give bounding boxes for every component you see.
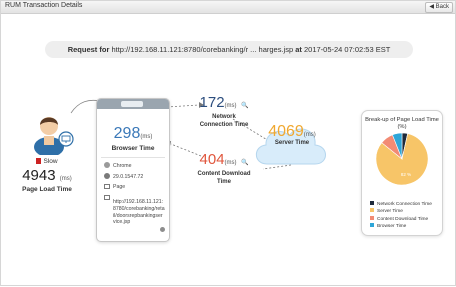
page-load-number: 4943 — [22, 167, 56, 184]
legend-swatch-server — [370, 208, 374, 213]
legend-item-browser: Browser Time — [370, 222, 432, 230]
chrome-icon — [104, 162, 110, 168]
page-url[interactable]: http://192.168.11.121:8780/corebanking/r… — [113, 199, 165, 226]
breakup-pie-card: Break-up of Page Load Time (%) 82 % Netw… — [361, 110, 443, 236]
browser-version: 29.0.1547.72 — [113, 174, 144, 180]
hourglass-icon — [36, 158, 42, 164]
browser-time-number: 298 — [113, 125, 141, 142]
pie-center-label: 82 % — [401, 172, 411, 177]
magnifier-icon[interactable]: 🔍 — [241, 103, 248, 109]
breakup-pie-chart: 82 % — [375, 132, 429, 186]
page-load-label: Page Load Time — [22, 186, 72, 193]
legend-swatch-network — [370, 201, 374, 205]
legend-label-content: Content Download Time — [377, 216, 429, 222]
content-time-unit: (ms) — [224, 160, 237, 166]
browser-collapse-dot[interactable] — [160, 227, 165, 232]
page-load-summary: Slow 4943 (ms) Page Load Time — [17, 158, 77, 193]
page-type: Page — [113, 184, 126, 190]
browser-titlebar — [97, 99, 169, 109]
network-connection-metric: 172(ms) 🔍 Network Connection Time — [189, 94, 259, 129]
user-icon — [34, 117, 74, 157]
page-load-value: 4943 (ms) — [17, 167, 77, 184]
user-avatar — [27, 109, 81, 157]
browser-card: 298(ms) Browser Time Chrome 29.0.1547.72… — [96, 98, 170, 242]
server-time-value: 4069(ms) — [255, 123, 329, 141]
legend-label-server: Server Time — [377, 209, 403, 215]
network-time-number: 172 — [199, 94, 225, 111]
legend-item-network: Network Connection Time — [370, 201, 432, 208]
browser-divider — [101, 157, 165, 158]
legend-swatch-browser — [370, 222, 374, 227]
content-time-number: 404 — [199, 151, 225, 168]
browser-name: Chrome — [113, 163, 132, 169]
browser-time-label: Browser Time — [111, 145, 155, 152]
browser-url-pill — [121, 101, 143, 107]
slow-status: Slow — [17, 158, 77, 165]
page-type-row: Page — [104, 184, 125, 191]
network-time-unit: (ms) — [224, 103, 237, 109]
browser-time-value: 298(ms) — [97, 125, 169, 143]
url-row — [104, 195, 113, 202]
network-time-label: Network Connection Time — [199, 114, 249, 128]
version-icon — [104, 173, 110, 179]
page-icon — [104, 184, 110, 189]
legend-item-content: Content Download Time — [370, 215, 432, 223]
legend-swatch-content — [370, 215, 374, 220]
content-time-label: Content Download Time — [197, 171, 251, 185]
page-load-unit: (ms) — [59, 176, 72, 182]
legend-label-browser: Browser Time — [377, 223, 407, 229]
server-time-unit: (ms) — [303, 132, 316, 138]
rum-transaction-panel: RUM Transaction Details ◀ Back Request f… — [0, 0, 456, 286]
magnifier-icon[interactable]: 🔍 — [241, 160, 248, 166]
legend-item-server: Server Time — [370, 208, 432, 215]
link-icon — [104, 195, 110, 200]
legend-label-network: Network Connection Time — [377, 202, 432, 207]
slow-status-label: Slow — [43, 158, 58, 165]
content-download-metric: 404(ms) 🔍 Content Download Time — [189, 151, 259, 186]
browser-version-row: 29.0.1547.72 — [104, 173, 143, 181]
server-time-number: 4069 — [268, 123, 304, 140]
browser-name-row: Chrome — [104, 162, 131, 170]
browser-time-unit: (ms) — [140, 134, 153, 140]
breakup-legend: Network Connection Time Server Time Cont… — [370, 201, 432, 230]
breakup-title: Break-up of Page Load Time (%) — [365, 117, 439, 130]
server-time-label: Server Time — [274, 140, 310, 146]
